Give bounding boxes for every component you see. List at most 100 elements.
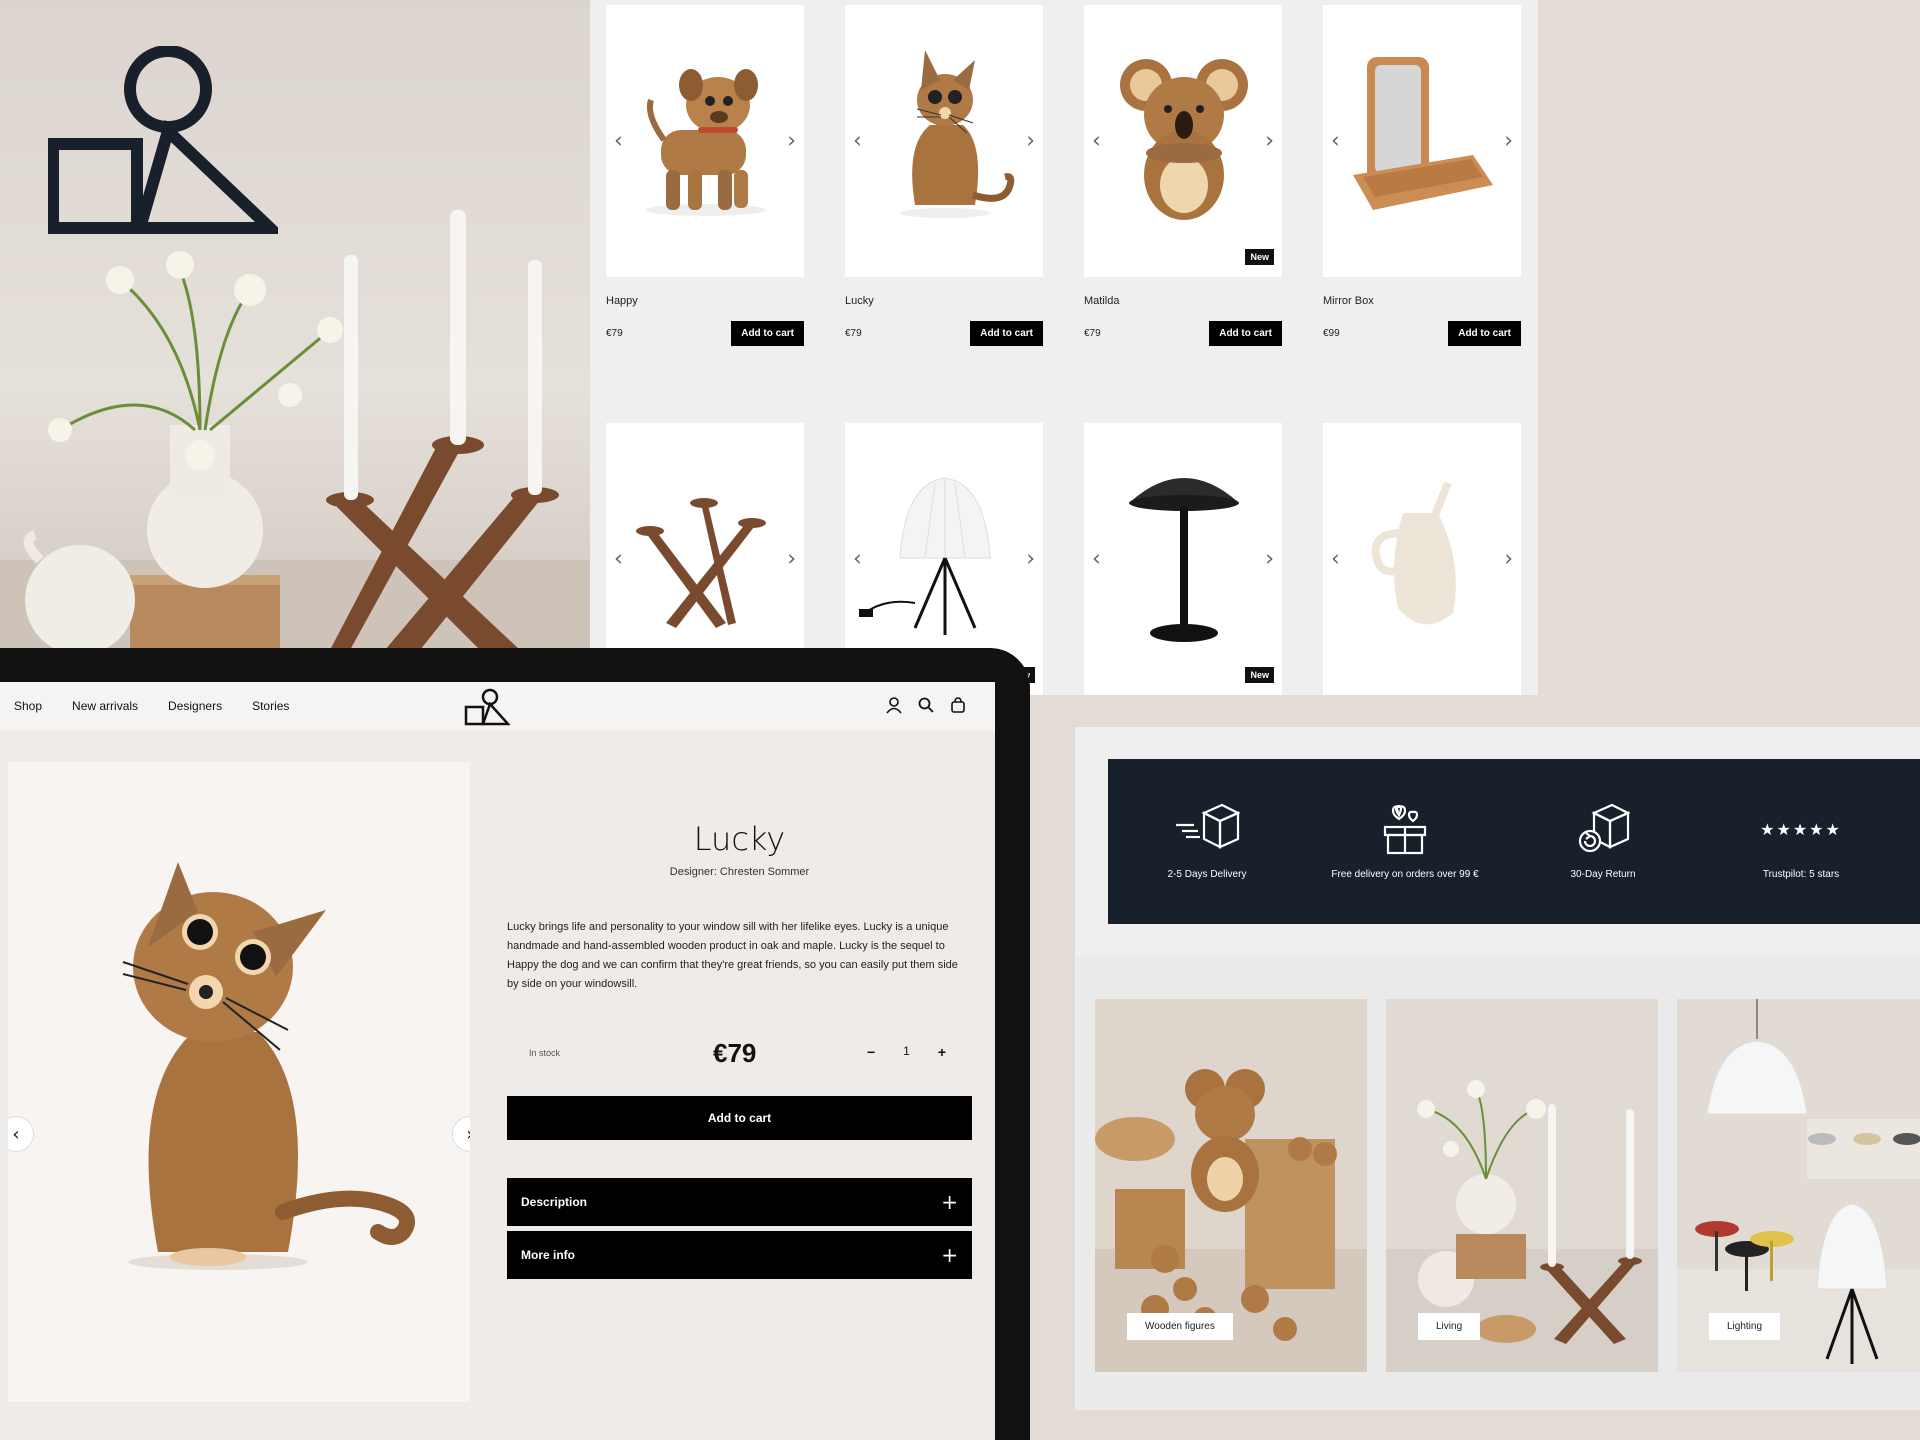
prev-image-arrow[interactable]: ‹ xyxy=(853,129,862,154)
product-name[interactable]: Lucky xyxy=(845,295,1043,307)
product-title: Lucky xyxy=(693,820,786,858)
quantity-increase-button[interactable]: + xyxy=(938,1044,946,1060)
top-navigation: Shop New arrivals Designers Stories xyxy=(0,682,995,730)
usp-section: 2-5 Days Delivery Free delivery on order… xyxy=(1075,727,1920,957)
site-logo[interactable] xyxy=(464,688,510,726)
description-accordion[interactable]: Description + xyxy=(507,1178,972,1226)
prev-image-arrow[interactable]: ‹ xyxy=(1331,547,1340,572)
product-price: €79 xyxy=(713,1038,757,1068)
product-image[interactable]: ‹ › New xyxy=(1084,423,1282,695)
prev-image-arrow[interactable]: ‹ xyxy=(1331,129,1340,154)
more-info-accordion[interactable]: More info + xyxy=(507,1231,972,1279)
dog-figure-image xyxy=(646,69,766,216)
product-price: €79 xyxy=(606,328,623,339)
hero-lifestyle-image xyxy=(0,0,590,650)
gift-box-hearts-icon xyxy=(1383,804,1427,855)
usp-label: Free delivery on orders over 99 € xyxy=(1331,869,1479,880)
category-label[interactable]: Lighting xyxy=(1709,1313,1781,1340)
product-image[interactable]: ‹ › xyxy=(606,5,804,277)
category-label[interactable]: Wooden figures xyxy=(1127,1313,1233,1340)
mirror-box-image xyxy=(1353,57,1493,210)
next-image-arrow[interactable]: › xyxy=(787,547,796,572)
product-price: €99 xyxy=(1323,328,1340,339)
star-rating-icon: ★★★★★ xyxy=(1760,819,1842,839)
product-image[interactable]: ‹ › xyxy=(1323,5,1521,277)
accordion-label: More info xyxy=(521,1248,575,1262)
cart-icon[interactable] xyxy=(949,696,967,714)
prev-image-arrow[interactable]: ‹ xyxy=(614,547,623,572)
jug-vase-image xyxy=(1371,481,1456,625)
add-to-cart-button[interactable]: Add to cart xyxy=(507,1096,972,1140)
product-card[interactable]: ‹ › New xyxy=(1084,423,1282,695)
accordion-label: Description xyxy=(521,1195,588,1209)
quantity-value[interactable]: 1 xyxy=(903,1044,910,1060)
product-price: €79 xyxy=(1084,328,1101,339)
product-main-image[interactable]: ‹ › xyxy=(8,762,470,1402)
product-card[interactable]: ‹ › Happy €79 Add to cart xyxy=(606,5,804,346)
category-label[interactable]: Living xyxy=(1418,1313,1481,1340)
search-icon[interactable] xyxy=(917,696,935,714)
usp-return: 30-Day Return xyxy=(1508,803,1698,880)
product-image[interactable]: ‹ › xyxy=(845,5,1043,277)
product-grid: ‹ › Happy €79 Add to cart ‹ › Lucky €79 … xyxy=(590,0,1538,695)
cat-figure-image xyxy=(900,50,1015,218)
product-name[interactable]: Happy xyxy=(606,295,804,307)
new-badge: New xyxy=(1245,249,1274,265)
usp-delivery: 2-5 Days Delivery xyxy=(1112,803,1302,880)
next-image-arrow[interactable]: › xyxy=(1026,129,1035,154)
product-card[interactable]: ‹ › Mirror Box €99 Add to cart xyxy=(1323,5,1521,346)
nav-link-new-arrivals[interactable]: New arrivals xyxy=(72,699,138,713)
add-to-cart-button[interactable]: Add to cart xyxy=(1209,321,1282,346)
add-to-cart-button[interactable]: Add to cart xyxy=(1448,321,1521,346)
stock-status: In stock xyxy=(529,1048,561,1058)
category-tile-living[interactable]: Living xyxy=(1386,999,1658,1372)
plus-icon: + xyxy=(941,1243,958,1267)
product-info-panel: Lucky Designer: Chresten Sommer Lucky br… xyxy=(507,762,972,1279)
next-image-arrow[interactable]: › xyxy=(1504,129,1513,154)
nav-link-stories[interactable]: Stories xyxy=(252,699,289,713)
prev-image-arrow[interactable]: ‹ xyxy=(1092,129,1101,154)
usp-band: 2-5 Days Delivery Free delivery on order… xyxy=(1108,759,1920,924)
mushroom-lamp-image xyxy=(1129,478,1239,642)
product-image[interactable]: ‹ › xyxy=(1323,423,1521,695)
quantity-stepper: − 1 + xyxy=(867,1044,946,1060)
nav-link-designers[interactable]: Designers xyxy=(168,699,222,713)
product-name[interactable]: Mirror Box xyxy=(1323,295,1521,307)
product-card[interactable]: ‹ › xyxy=(1323,423,1521,695)
delivery-box-icon xyxy=(1176,803,1240,849)
usp-label: 30-Day Return xyxy=(1570,869,1636,880)
nav-link-shop[interactable]: Shop xyxy=(14,699,42,713)
product-image[interactable]: ‹ › New xyxy=(1084,5,1282,277)
next-image-arrow[interactable]: › xyxy=(1504,547,1513,572)
candle-holder-scene-illustration xyxy=(0,210,590,650)
next-image-arrow[interactable]: › xyxy=(1026,547,1035,572)
prev-image-arrow[interactable]: ‹ xyxy=(1092,547,1101,572)
product-designer: Designer: Chresten Sommer xyxy=(669,866,810,878)
category-tile-lighting[interactable]: Lighting xyxy=(1677,999,1920,1372)
product-card[interactable]: ‹ › New Matilda €79 Add to cart xyxy=(1084,5,1282,346)
purchase-row: In stock €79 − 1 + xyxy=(507,1038,972,1068)
plus-icon: + xyxy=(941,1190,958,1214)
tablet-screen: Shop New arrivals Designers Stories ‹ Lu… xyxy=(0,682,995,1440)
next-image-arrow[interactable]: › xyxy=(1265,547,1274,572)
account-icon[interactable] xyxy=(885,696,903,714)
quantity-decrease-button[interactable]: − xyxy=(867,1044,875,1060)
add-to-cart-button[interactable]: Add to cart xyxy=(970,321,1043,346)
next-image-arrow[interactable]: › xyxy=(1265,129,1274,154)
product-card[interactable]: ‹ › Lucky €79 Add to cart xyxy=(845,5,1043,346)
usp-label: Trustpilot: 5 stars xyxy=(1762,869,1840,880)
prev-image-arrow[interactable]: ‹ xyxy=(614,129,623,154)
product-price: €79 xyxy=(845,328,862,339)
add-to-cart-button[interactable]: Add to cart xyxy=(731,321,804,346)
next-image-arrow[interactable]: › xyxy=(787,129,796,154)
category-section: Wooden figures Living Lighting xyxy=(1075,957,1920,1410)
product-name[interactable]: Matilda xyxy=(1084,295,1282,307)
cat-figure-large-image xyxy=(122,862,415,1270)
tablet-frame: Shop New arrivals Designers Stories ‹ Lu… xyxy=(0,648,1030,1440)
usp-trustpilot[interactable]: ★★★★★ Trustpilot: 5 stars xyxy=(1706,803,1896,881)
category-tile-wooden-figures[interactable]: Wooden figures xyxy=(1095,999,1367,1372)
prev-image-arrow[interactable]: ‹ xyxy=(853,547,862,572)
new-badge: New xyxy=(1245,667,1274,683)
return-box-icon xyxy=(1578,803,1630,853)
usp-label: 2-5 Days Delivery xyxy=(1167,869,1247,880)
